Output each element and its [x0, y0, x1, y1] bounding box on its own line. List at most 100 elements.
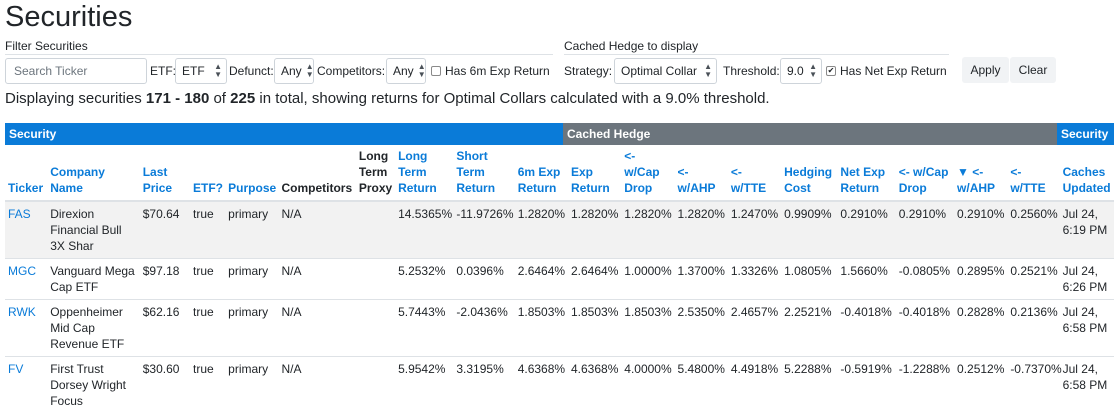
threshold-select-value: 9.0 [787, 64, 804, 78]
table-cell: -2.0436% [453, 300, 514, 357]
table-cell: 1.0000% [621, 259, 674, 300]
table-cell: 0.2136% [1007, 300, 1059, 357]
column-header: Long Term Proxy [356, 145, 395, 201]
etf-select[interactable]: ETF ▲▼ [175, 58, 227, 84]
table-cell [356, 201, 395, 259]
has-6m-exp-return-checkbox[interactable]: Has 6m Exp Return [431, 58, 550, 84]
caches-updated-cell: Jul 24, 6:19 PM [1060, 201, 1114, 259]
security-group-label-right: Security [1061, 127, 1108, 141]
table-cell: 1.2820% [675, 201, 728, 259]
table-cell: $70.64 [140, 201, 190, 259]
ticker-link[interactable]: FAS [8, 207, 31, 221]
column-header[interactable]: Net Exp Return [837, 145, 895, 201]
column-header[interactable]: 6m Exp Return [515, 145, 568, 201]
column-header[interactable]: Company Name [47, 145, 140, 201]
column-header[interactable]: <- w/TTE [1007, 145, 1059, 201]
table-cell: 2.5350% [675, 300, 728, 357]
table-cell: N/A [278, 300, 355, 357]
column-header[interactable]: Caches Updated [1060, 145, 1114, 201]
column-header[interactable]: Ticker [5, 145, 47, 201]
table-cell: 0.0396% [453, 259, 514, 300]
table-cell: 2.6464% [515, 259, 568, 300]
table-cell: N/A [278, 259, 355, 300]
table-cell: true [190, 259, 225, 300]
table-cell: 2.4657% [728, 300, 781, 357]
table-cell: 0.2828% [954, 300, 1007, 357]
table-cell: 1.2470% [728, 201, 781, 259]
column-header[interactable]: <- w/TTE [728, 145, 781, 201]
table-cell: 1.8503% [621, 300, 674, 357]
hedge-section-label: Cached Hedge to display [564, 39, 698, 53]
company-name-cell: Direxion Financial Bull 3X Shar [47, 201, 140, 259]
company-name-cell: Vanguard Mega Cap ETF [47, 259, 140, 300]
table-cell: $62.16 [140, 300, 190, 357]
table-cell: 0.2910% [837, 201, 895, 259]
security-group-band: Security [5, 123, 563, 145]
column-header[interactable]: Hedging Cost [781, 145, 837, 201]
table-cell: true [190, 300, 225, 357]
table-cell: 14.5365% [395, 201, 453, 259]
table-cell: 0.2521% [1007, 259, 1059, 300]
strategy-select[interactable]: Optimal Collar ▲▼ [614, 58, 717, 84]
defunct-select-value: Any [281, 64, 302, 78]
column-header[interactable]: Purpose [225, 145, 278, 201]
column-header[interactable]: ▼ <- w/AHP [954, 145, 1007, 201]
security-group-band-right: Security [1057, 123, 1114, 145]
security-group-label: Security [9, 127, 56, 141]
table-cell: 1.3326% [728, 259, 781, 300]
table-cell [356, 300, 395, 357]
summary-total: 225 [230, 90, 255, 107]
has-6m-exp-return-label: Has 6m Exp Return [445, 64, 550, 78]
table-cell: 1.3700% [675, 259, 728, 300]
filter-section-label: Filter Securities [5, 39, 88, 53]
company-name-cell: Oppenheimer Mid Cap Revenue ETF [47, 300, 140, 357]
apply-button[interactable]: Apply [962, 57, 1009, 83]
ticker-cell: RWK [5, 300, 47, 357]
table-cell: 0.2910% [954, 201, 1007, 259]
defunct-select[interactable]: Any ▲▼ [274, 58, 314, 84]
results-summary: Displaying securities 171 - 180 of 225 i… [5, 89, 770, 109]
competitors-select[interactable]: Any ▲▼ [386, 58, 426, 84]
table-cell: 0.9909% [781, 201, 837, 259]
column-header[interactable]: <- w/AHP [675, 145, 728, 201]
table-header-row: TickerCompany NameLast PriceETF?PurposeC… [5, 145, 1114, 201]
table-cell: -0.0805% [896, 259, 954, 300]
has-net-exp-return-checkbox[interactable]: ✔ Has Net Exp Return [826, 58, 947, 84]
column-header: Competitors [278, 145, 355, 201]
ticker-cell: FAS [5, 201, 47, 259]
summary-of: of [213, 90, 226, 107]
ticker-link[interactable]: FV [8, 362, 23, 376]
table-row: MGCVanguard Mega Cap ETF$97.18trueprimar… [5, 259, 1114, 300]
chevron-updown-icon: ▲▼ [809, 63, 817, 79]
table-cell: 1.8503% [568, 300, 621, 357]
clear-button[interactable]: Clear [1010, 57, 1056, 83]
search-ticker-input[interactable]: Search Ticker [5, 58, 147, 84]
column-header[interactable]: ETF? [190, 145, 225, 201]
summary-suffix: in total, showing returns for Optimal Co… [259, 90, 769, 107]
table-cell: N/A [278, 201, 355, 259]
column-header[interactable]: Exp Return [568, 145, 621, 201]
ticker-link[interactable]: RWK [8, 305, 36, 319]
column-header[interactable]: Last Price [140, 145, 190, 201]
table-cell: 1.0805% [781, 259, 837, 300]
cached-hedge-group-label: Cached Hedge [567, 127, 650, 141]
column-header[interactable]: Long Term Return [395, 145, 453, 201]
hedge-section-divider [564, 54, 949, 55]
column-header[interactable]: <- w/Cap Drop [896, 145, 954, 201]
ticker-link[interactable]: MGC [8, 264, 36, 278]
competitors-select-value: Any [393, 64, 414, 78]
table-cell: 2.6464% [568, 259, 621, 300]
column-header[interactable]: Short Term Return [453, 145, 514, 201]
table-cell: true [190, 201, 225, 259]
etf-select-value: ETF [182, 64, 205, 78]
chevron-updown-icon: ▲▼ [306, 63, 314, 79]
summary-range: 171 - 180 [146, 90, 209, 107]
etf-filter-label: ETF: [150, 58, 176, 84]
table-cell [356, 259, 395, 300]
table-cell: 0.2910% [896, 201, 954, 259]
column-header[interactable]: <- w/Cap Drop [621, 145, 674, 201]
strategy-select-value: Optimal Collar [621, 64, 697, 78]
table-cell: primary [225, 201, 278, 259]
competitors-filter-label: Competitors: [317, 58, 385, 84]
threshold-select[interactable]: 9.0 ▲▼ [780, 58, 822, 84]
